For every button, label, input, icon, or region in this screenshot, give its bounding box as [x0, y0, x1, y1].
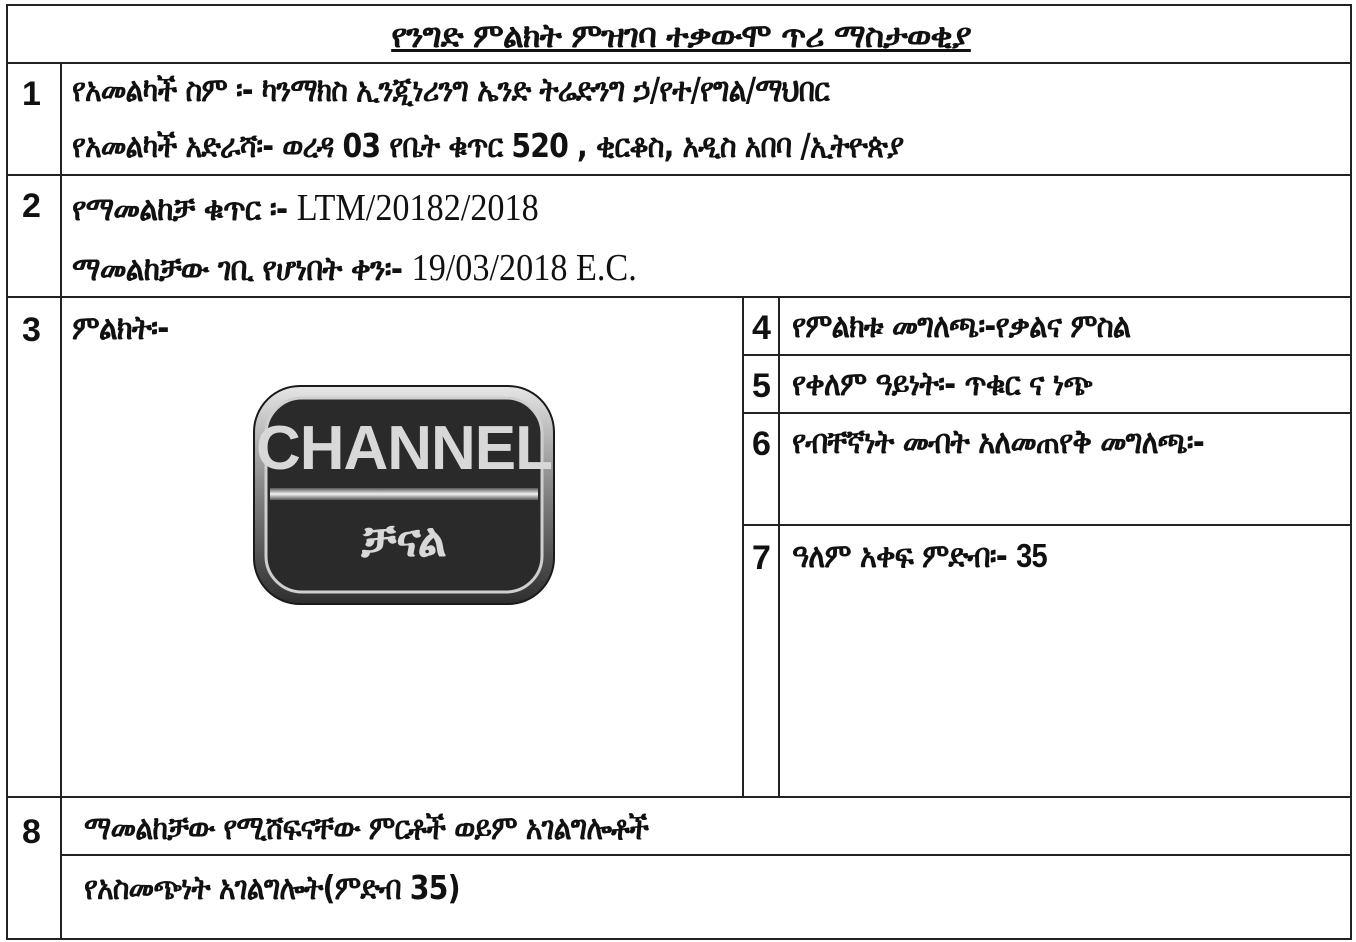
document-title: የንግድ ምልክት ምዝገባ ተቃውሞ ጥሪ ማስታወቂያ — [391, 16, 972, 55]
trademark-logo: CHANNEL ቻናል — [252, 384, 556, 606]
applicant-address-label: የአመልካች አድራሻ፡- — [72, 126, 274, 165]
row-number-1: 1 — [22, 75, 41, 113]
rule-under-title — [8, 62, 1350, 64]
row-number-6: 6 — [752, 425, 771, 463]
row-number-4: 4 — [752, 309, 771, 347]
filing-date-label: ማመልከቻው ገቢ የሆነበት ቀን፡- — [72, 249, 403, 288]
row-number-5: 5 — [752, 367, 771, 405]
color-type: የቀለም ዓይነት፡- ጥቁር ና ነጭ — [792, 364, 1093, 403]
logo-text-amharic: ቻናል — [361, 513, 447, 567]
notice-table: የንግድ ምልክት ምዝገባ ተቃውሞ ጥሪ ማስታወቂያ 1 የአመልካች ስ… — [6, 4, 1352, 940]
international-class-label: ዓለም አቀፍ ምድብ፡- — [792, 536, 1008, 575]
rule-mid-column — [742, 296, 744, 798]
application-number-label: የማመልከቻ ቁጥር ፡- — [72, 189, 288, 228]
application-number-value: LTM/20182/2018 — [296, 187, 539, 229]
services-description: የአስመጭነት አገልግሎት(ምድብ 35) — [84, 868, 461, 907]
rule-under-row-4 — [744, 354, 1350, 356]
applicant-name-line: የአመልካች ስም ፡- ካንማክስ ኢንጂነሪንግ ኤንድ ትሬድንግ ኃ/የ… — [72, 70, 830, 110]
row-number-8: 8 — [22, 813, 41, 851]
applicant-name-label: የአመልካች ስም ፡- — [72, 70, 254, 109]
rule-right-number-column — [778, 296, 780, 798]
rule-under-row-3 — [8, 796, 1350, 798]
rule-under-row-8-label — [62, 854, 1350, 856]
applicant-name-value: ካንማክስ ኢንጂነሪንግ ኤንድ ትሬድንግ ኃ/የተ/የግል/ማህበር — [261, 70, 830, 109]
applicant-address-value: ወረዳ 03 የቤት ቁጥር 520 , ቂርቆስ, አዲስ አበባ /ኢትዮጵ… — [282, 126, 904, 165]
rule-number-column — [60, 62, 62, 938]
row-number-2: 2 — [22, 187, 41, 225]
applicant-address-line: የአመልካች አድራሻ፡- ወረዳ 03 የቤት ቁጥር 520 , ቂርቆስ,… — [72, 126, 904, 166]
mark-description: የምልክቱ መግለጫ፡-የቃልና ምስል — [792, 306, 1131, 345]
rule-under-row-5 — [744, 412, 1350, 414]
application-number-line: የማመልከቻ ቁጥር ፡- LTM/20182/2018 — [72, 188, 539, 229]
mark-label: ምልክት፡- — [72, 308, 169, 347]
international-class-value: 35 — [1016, 537, 1047, 574]
row-number-3: 3 — [22, 311, 41, 349]
rule-under-row-6 — [744, 524, 1350, 526]
disclaimer-statement: የብቸኛነት መብት አለመጠየቅ መግለጫ፡- — [792, 422, 1205, 461]
goods-services-label: ማመልከቻው የሚሸፍናቸው ምርቶች ወይም አገልግሎቶች — [84, 808, 649, 847]
filing-date-line: ማመልከቻው ገቢ የሆነበት ቀን፡- 19/03/2018 E.C. — [72, 248, 637, 289]
filing-date-value: 19/03/2018 E.C. — [411, 247, 637, 289]
rule-under-row-2 — [8, 296, 1350, 298]
international-class-line: ዓለም አቀፍ ምድብ፡- 35 — [792, 536, 1048, 576]
logo-text-latin: CHANNEL — [255, 414, 553, 483]
rule-under-row-1 — [8, 174, 1350, 176]
row-number-7: 7 — [752, 539, 771, 577]
